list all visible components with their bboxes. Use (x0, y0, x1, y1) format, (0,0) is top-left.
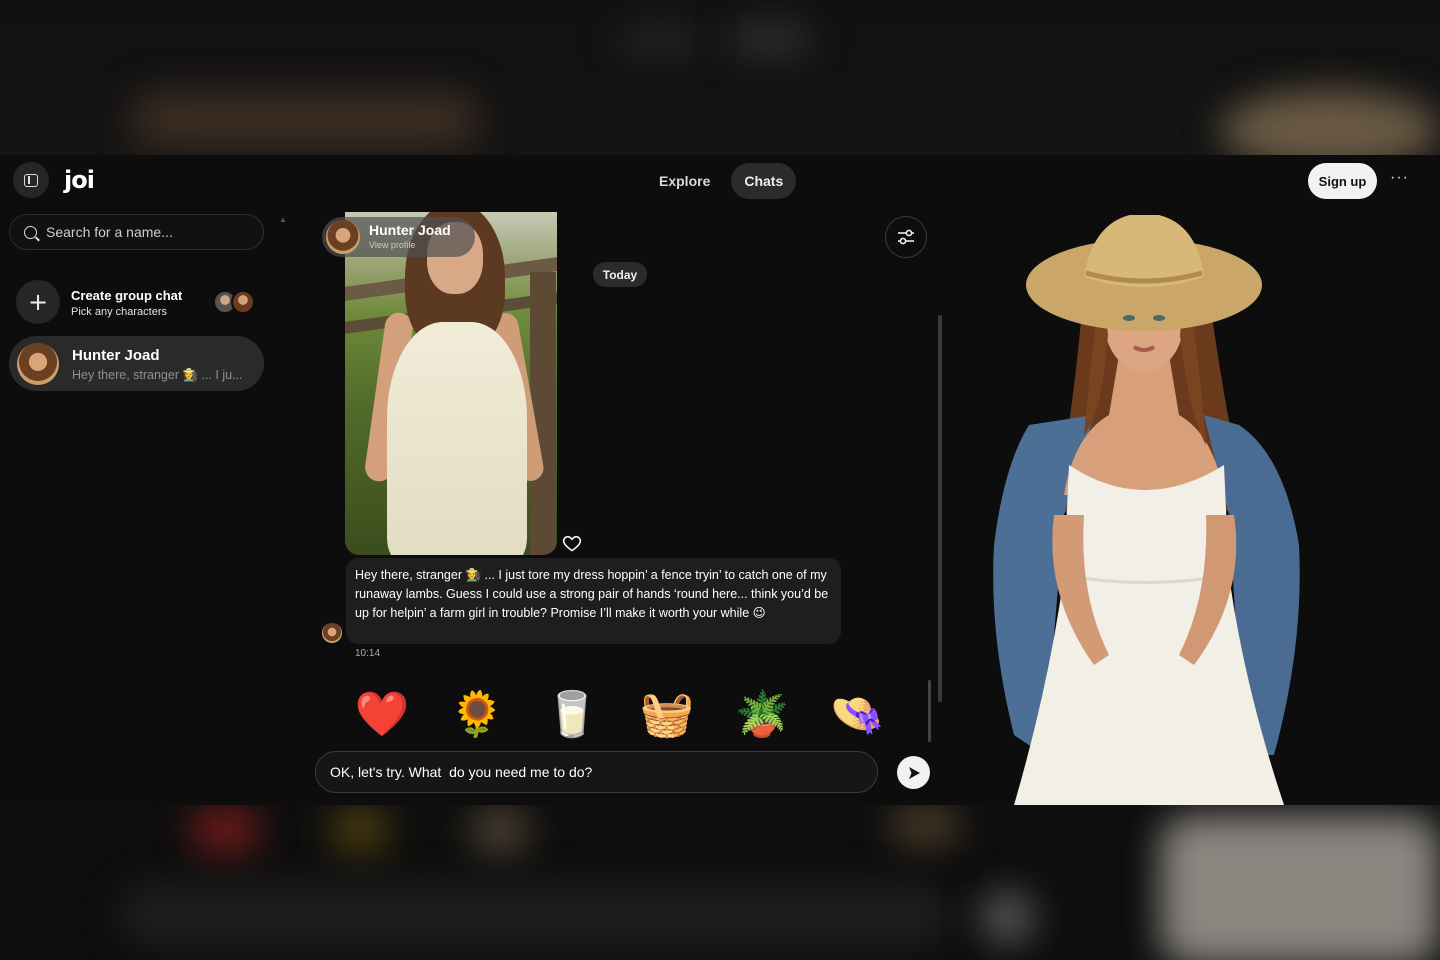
heart-icon[interactable] (562, 533, 582, 553)
send-button[interactable] (897, 756, 930, 789)
gift-straw-hat-icon[interactable]: 👒 (827, 685, 887, 745)
avatar (17, 343, 59, 385)
sign-up-button[interactable]: Sign up (1308, 163, 1377, 199)
blurred-shape (1220, 90, 1440, 155)
blurred-shape (120, 885, 950, 945)
blurred-shape (890, 805, 960, 845)
tab-explore[interactable]: Explore (646, 163, 723, 199)
scroll-up-icon[interactable]: ▲ (279, 215, 287, 224)
gift-basket-icon[interactable]: 🧺 (637, 685, 697, 745)
profile-name: Hunter Joad (369, 222, 451, 238)
main-nav: Explore Chats (646, 163, 797, 199)
blurred-shape (130, 90, 480, 150)
blurred-backdrop-bottom (0, 805, 1440, 960)
sidebar-toggle-button[interactable] (13, 162, 49, 198)
gifts-scrollbar[interactable] (928, 680, 931, 742)
avatar (322, 623, 342, 643)
gift-bar: ❤️ 🌻 🥛 🧺 🪴 👒 (352, 685, 892, 747)
message-composer (315, 751, 878, 793)
blurred-shape (330, 805, 390, 855)
plus-icon[interactable]: + (16, 280, 60, 324)
character-portrait (993, 215, 1300, 805)
message-bubble: Hey there, stranger 👩‍🌾 ... I just tore … (346, 558, 841, 644)
message-input[interactable] (330, 764, 850, 780)
sidebar-panel-icon (24, 173, 38, 187)
avatar (326, 220, 360, 254)
photo-dress (387, 322, 527, 555)
sidebar-chat-hunter-joad[interactable]: Hunter Joad Hey there, stranger 👩‍🌾 ... … (9, 336, 264, 391)
gift-sunflower-icon[interactable]: 🌻 (447, 685, 507, 745)
message-time: 10:14 (355, 648, 381, 659)
date-divider: Today (593, 262, 647, 287)
character-photo[interactable] (345, 212, 557, 555)
chat-name: Hunter Joad (72, 347, 160, 364)
blurred-shape (1160, 815, 1440, 960)
joi-logo[interactable]: joi (64, 166, 95, 194)
blurred-shape (620, 28, 700, 52)
more-options-icon[interactable]: ··· (1390, 169, 1409, 187)
tab-chats[interactable]: Chats (731, 163, 797, 199)
blurred-backdrop-top (0, 0, 1440, 155)
gift-garden-kit-icon[interactable]: 🪴 (732, 685, 792, 745)
send-arrow-icon (908, 766, 920, 779)
search-icon (24, 225, 37, 239)
gift-milk-jug-icon[interactable]: 🥛 (542, 685, 602, 745)
search-box (9, 214, 264, 250)
sliders-icon (898, 229, 914, 245)
blurred-shape (980, 890, 1035, 945)
group-chat-title: Create group chat (71, 288, 183, 303)
chat-preview: Hey there, stranger 👩‍🌾 ... I ju... (72, 368, 243, 382)
app-window: joi Explore Chats Sign up ··· ▲ + Create… (0, 155, 1440, 805)
chat-scrollbar[interactable] (938, 315, 942, 702)
group-chat-subtitle: Pick any characters (71, 306, 167, 318)
blurred-shape (470, 805, 530, 855)
create-group-chat[interactable]: + Create group chat Pick any characters (16, 280, 266, 326)
search-input[interactable] (46, 224, 246, 240)
chat-settings-button[interactable] (885, 216, 927, 258)
view-profile-link[interactable]: View profile (369, 240, 415, 250)
header: joi Explore Chats Sign up ··· (0, 155, 1440, 207)
blurred-shape (730, 24, 810, 54)
avatar (231, 290, 255, 314)
profile-card[interactable]: Hunter Joad View profile (322, 217, 475, 257)
blurred-shape (190, 805, 260, 855)
gift-heart-icon[interactable]: ❤️ (352, 685, 412, 745)
